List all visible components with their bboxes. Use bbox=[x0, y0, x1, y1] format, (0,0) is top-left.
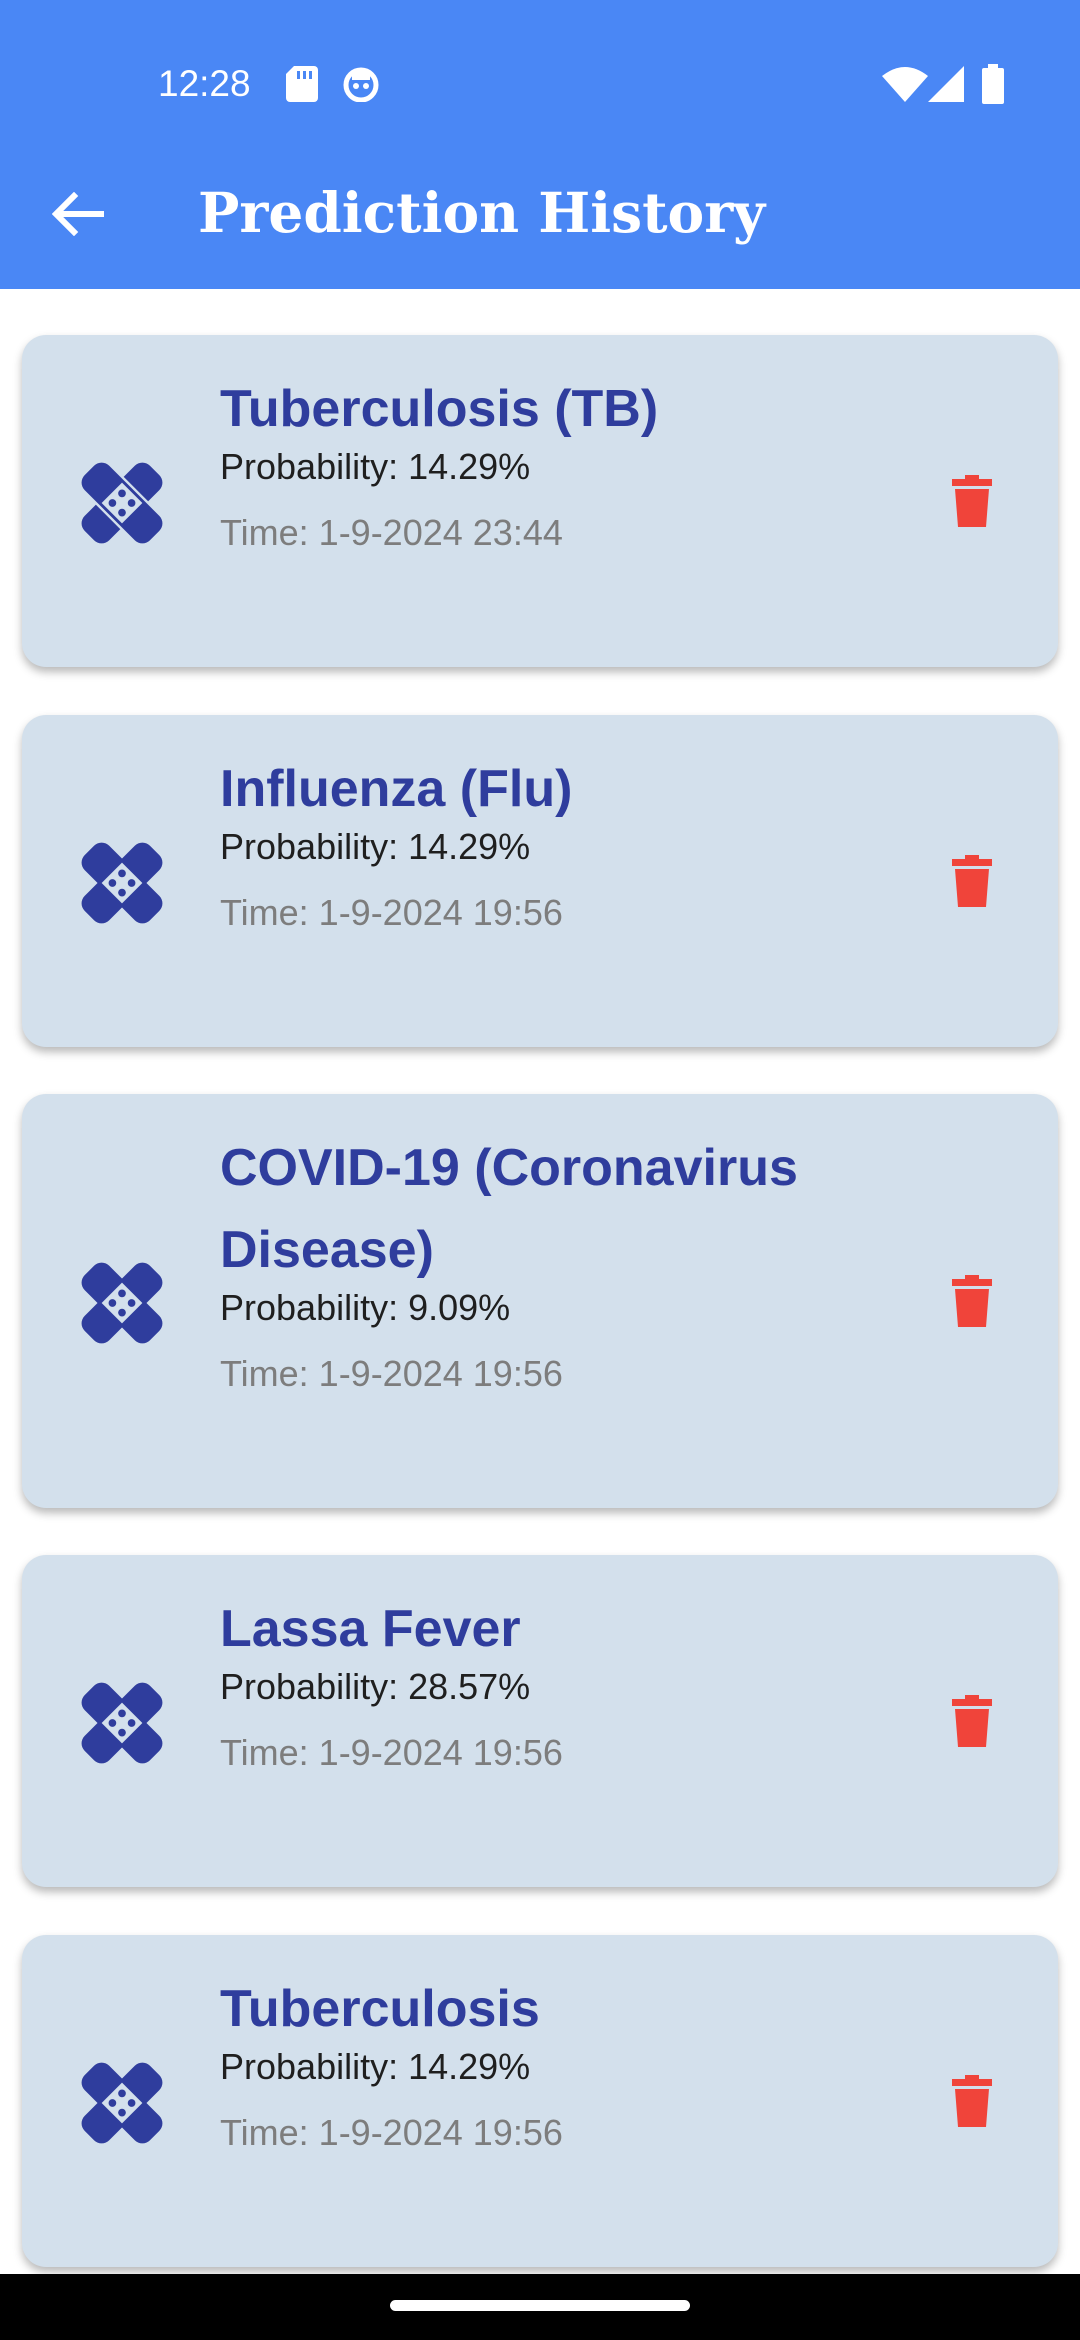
delete-button[interactable] bbox=[940, 1266, 1004, 1336]
bandage-icon bbox=[79, 460, 165, 546]
history-card[interactable]: Tuberculosis Probability: 14.29% Time: 1… bbox=[22, 1935, 1058, 2267]
history-card[interactable]: Tuberculosis (TB) Probability: 14.29% Ti… bbox=[22, 335, 1058, 667]
trash-icon bbox=[952, 2075, 992, 2127]
bandage-icon bbox=[81, 2062, 163, 2144]
probability-text: Probability: 28.57% bbox=[220, 1666, 531, 1707]
history-card[interactable]: COVID-19 (Coronavirus Disease) Probabili… bbox=[22, 1094, 1058, 1508]
trash-icon bbox=[952, 855, 992, 907]
home-gesture-handle[interactable] bbox=[390, 2300, 690, 2311]
disease-name: COVID-19 (Coronavirus Disease) bbox=[220, 1139, 798, 1279]
status-time: 12:28 bbox=[158, 63, 251, 104]
trash-icon bbox=[952, 1695, 992, 1747]
bandage-icon bbox=[81, 842, 163, 924]
android-robot-icon bbox=[343, 67, 379, 102]
probability-text: Probability: 14.29% bbox=[220, 2046, 531, 2087]
battery-icon bbox=[982, 64, 1004, 104]
page-title: Prediction History bbox=[198, 180, 766, 245]
bandage-icon bbox=[81, 1682, 163, 1764]
wifi-icon bbox=[882, 67, 928, 102]
trash-icon bbox=[952, 475, 992, 527]
timestamp-text: Time: 1-9-2024 19:56 bbox=[220, 892, 563, 933]
disease-name: Lassa Fever bbox=[220, 1600, 521, 1658]
app-bar: 12:28 Prediction History bbox=[0, 0, 1080, 289]
delete-button[interactable] bbox=[940, 1686, 1004, 1756]
back-button[interactable] bbox=[40, 176, 116, 252]
timestamp-text: Time: 1-9-2024 19:56 bbox=[220, 1353, 563, 1394]
disease-name: Tuberculosis bbox=[220, 1980, 540, 2038]
disease-name: Tuberculosis (TB) bbox=[220, 380, 659, 438]
timestamp-text: Time: 1-9-2024 19:56 bbox=[220, 1732, 563, 1773]
disease-name: Influenza (Flu) bbox=[220, 760, 573, 818]
timestamp-text: Time: 1-9-2024 19:56 bbox=[220, 2112, 563, 2153]
delete-button[interactable] bbox=[940, 846, 1004, 916]
timestamp-text: Time: 1-9-2024 23:44 bbox=[220, 512, 563, 553]
arrow-left-icon bbox=[52, 192, 104, 236]
delete-button[interactable] bbox=[940, 466, 1004, 536]
delete-button[interactable] bbox=[940, 2066, 1004, 2136]
bandage-icon bbox=[81, 1262, 163, 1344]
trash-icon bbox=[952, 1275, 992, 1327]
history-card[interactable]: Influenza (Flu) Probability: 14.29% Time… bbox=[22, 715, 1058, 1047]
sd-card-icon bbox=[286, 66, 318, 102]
history-card[interactable]: Lassa Fever Probability: 28.57% Time: 1-… bbox=[22, 1555, 1058, 1887]
probability-text: Probability: 9.09% bbox=[220, 1287, 511, 1328]
cell-signal-icon bbox=[928, 66, 964, 102]
